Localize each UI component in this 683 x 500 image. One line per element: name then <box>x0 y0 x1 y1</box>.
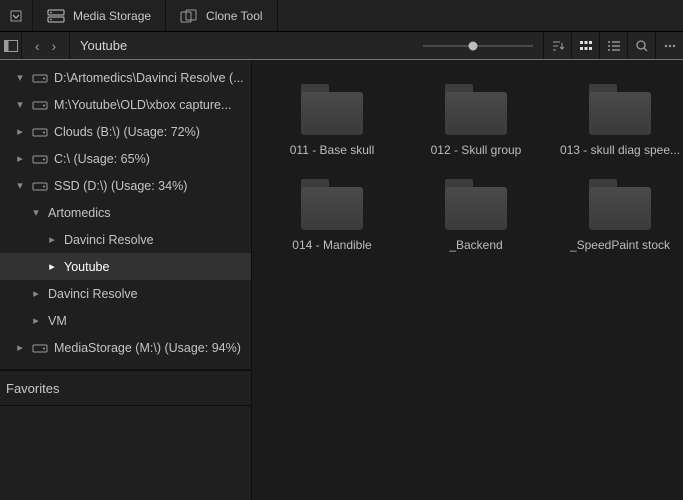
tree-row-label: MediaStorage (M:\) (Usage: 94%) <box>54 341 241 355</box>
favorites-header[interactable]: Favorites <box>0 370 251 406</box>
folder-label: 012 - Skull group <box>431 143 522 157</box>
tree-row[interactable]: MediaStorage (M:\) (Usage: 94%) <box>0 334 251 361</box>
tree-row-label: VM <box>48 314 67 328</box>
chevron-down-icon[interactable] <box>14 71 26 84</box>
tree-row[interactable]: Clouds (B:\) (Usage: 72%) <box>0 118 251 145</box>
tree-row-label: M:\Youtube\OLD\xbox capture... <box>54 98 231 112</box>
breadcrumb[interactable]: Youtube <box>70 32 413 59</box>
tree-row[interactable]: C:\ (Usage: 65%) <box>0 145 251 172</box>
panel-toggle-button[interactable] <box>0 32 22 59</box>
chevron-right-icon[interactable] <box>46 260 58 273</box>
clone-tool-label: Clone Tool <box>206 9 262 23</box>
view-thumbnails-button[interactable] <box>571 32 599 59</box>
folder-item[interactable]: 014 - Mandible <box>262 177 402 252</box>
chevron-right-icon[interactable] <box>14 152 26 165</box>
nav-forward-button[interactable]: › <box>52 38 57 54</box>
tree-row[interactable]: SSD (D:\) (Usage: 34%) <box>0 172 251 199</box>
tree-row-label: Youtube <box>64 260 109 274</box>
drive-icon <box>32 153 48 165</box>
tree-row[interactable]: Youtube <box>0 253 251 280</box>
pathbar: ‹ › Youtube <box>0 32 683 60</box>
chevron-down-icon[interactable] <box>30 206 42 219</box>
tree-row-label: D:\Artomedics\Davinci Resolve (... <box>54 71 244 85</box>
tree-row-label: Davinci Resolve <box>64 233 154 247</box>
tree-row[interactable]: D:\Artomedics\Davinci Resolve (... <box>0 64 251 91</box>
folder-label: _SpeedPaint stock <box>570 238 670 252</box>
folder-item[interactable]: _Backend <box>406 177 546 252</box>
folder-icon <box>585 82 655 137</box>
tree-row-label: C:\ (Usage: 65%) <box>54 152 150 166</box>
folder-item[interactable]: 012 - Skull group <box>406 82 546 157</box>
tree-row[interactable]: VM <box>0 307 251 334</box>
tree-row[interactable]: M:\Youtube\OLD\xbox capture... <box>0 91 251 118</box>
breadcrumb-label: Youtube <box>80 38 127 53</box>
tree-row[interactable]: Artomedics <box>0 199 251 226</box>
menubar: Media Storage Clone Tool <box>0 0 683 32</box>
folder-icon <box>297 177 367 232</box>
media-storage-label: Media Storage <box>73 9 151 23</box>
folder-label: 013 - skull diag spee... <box>560 143 680 157</box>
thumbnail-size-slider[interactable] <box>413 45 543 47</box>
nav-arrows: ‹ › <box>22 32 70 59</box>
folder-icon <box>585 177 655 232</box>
folder-item[interactable]: 011 - Base skull <box>262 82 402 157</box>
more-options-button[interactable] <box>655 32 683 59</box>
sidebar: D:\Artomedics\Davinci Resolve (... M:\You… <box>0 60 252 500</box>
folder-icon <box>441 82 511 137</box>
right-tools <box>413 32 683 59</box>
view-list-button[interactable] <box>599 32 627 59</box>
drive-icon <box>32 342 48 354</box>
main: D:\Artomedics\Davinci Resolve (... M:\You… <box>0 60 683 500</box>
folder-label: 011 - Base skull <box>290 143 375 157</box>
nav-back-button[interactable]: ‹ <box>35 38 40 54</box>
chevron-right-icon[interactable] <box>14 341 26 354</box>
drive-icon <box>32 126 48 138</box>
tree-row[interactable]: Davinci Resolve <box>0 280 251 307</box>
chevron-down-icon[interactable] <box>14 98 26 111</box>
app-menu-dropdown[interactable] <box>0 0 33 31</box>
folder-icon <box>441 177 511 232</box>
location-tree: D:\Artomedics\Davinci Resolve (... M:\You… <box>0 60 251 369</box>
folder-icon <box>297 82 367 137</box>
chevron-right-icon[interactable] <box>46 233 58 246</box>
chevron-down-icon <box>10 10 22 22</box>
favorites-label: Favorites <box>6 381 59 396</box>
sort-button[interactable] <box>543 32 571 59</box>
search-button[interactable] <box>627 32 655 59</box>
clone-tool-icon <box>180 9 198 23</box>
tree-row-label: Davinci Resolve <box>48 287 138 301</box>
folder-label: _Backend <box>449 238 502 252</box>
folder-grid: 011 - Base skull012 - Skull group013 - s… <box>262 82 673 252</box>
media-storage-icon <box>47 9 65 23</box>
chevron-right-icon[interactable] <box>30 287 42 300</box>
chevron-right-icon[interactable] <box>14 125 26 138</box>
tree-row[interactable]: Davinci Resolve <box>0 226 251 253</box>
tree-row-label: Artomedics <box>48 206 111 220</box>
clone-tool-tab[interactable]: Clone Tool <box>166 0 277 31</box>
drive-icon <box>32 180 48 192</box>
folder-item[interactable]: 013 - skull diag spee... <box>550 82 683 157</box>
tree-row-label: Clouds (B:\) (Usage: 72%) <box>54 125 200 139</box>
folder-label: 014 - Mandible <box>292 238 371 252</box>
tree-row-label: SSD (D:\) (Usage: 34%) <box>54 179 187 193</box>
chevron-down-icon[interactable] <box>14 179 26 192</box>
drive-icon <box>32 72 48 84</box>
media-storage-tab[interactable]: Media Storage <box>33 0 166 31</box>
content-area: 011 - Base skull 012 - Skull group 013 - s… <box>252 60 683 500</box>
drive-icon <box>32 99 48 111</box>
chevron-right-icon[interactable] <box>30 314 42 327</box>
folder-item[interactable]: _SpeedPaint stock <box>550 177 683 252</box>
